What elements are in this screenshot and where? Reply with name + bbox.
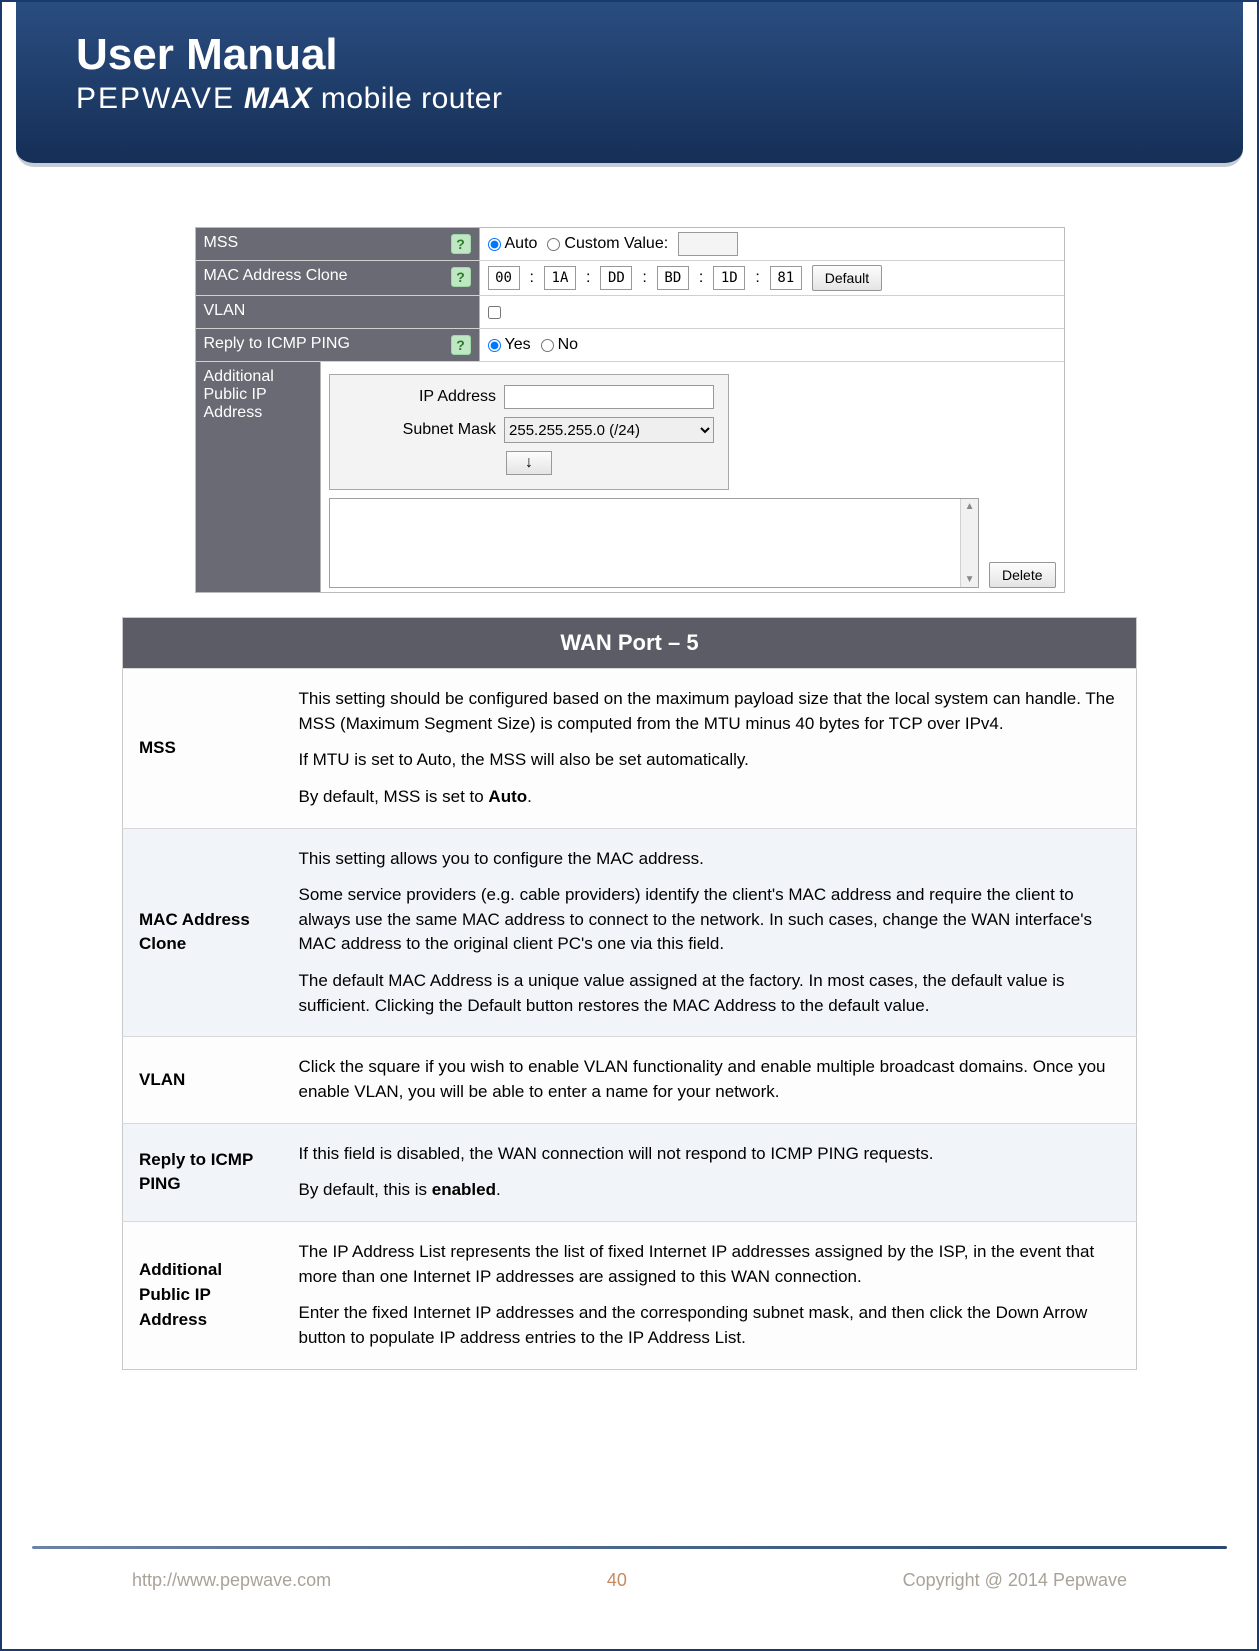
- subnet-mask-label: Subnet Mask: [376, 421, 496, 439]
- table-row: MSSThis setting should be configured bas…: [123, 669, 1137, 829]
- brand-model: MAX: [244, 82, 312, 115]
- row-icmp: Reply to ICMP PING ? Yes No: [196, 329, 1064, 362]
- table-row-desc: If this field is disabled, the WAN conne…: [283, 1123, 1137, 1221]
- icmp-no-option[interactable]: No: [541, 336, 578, 354]
- icmp-yes-label: Yes: [505, 336, 531, 354]
- label-mss-text: MSS: [204, 234, 239, 252]
- table-row-key: MAC Address Clone: [123, 828, 283, 1037]
- table-row-key: Reply to ICMP PING: [123, 1123, 283, 1221]
- label-mss: MSS ?: [196, 228, 480, 260]
- delete-ip-button[interactable]: Delete: [989, 562, 1055, 588]
- brand-suffix: mobile router: [321, 82, 503, 115]
- ip-address-listbox[interactable]: ▲▼: [329, 498, 979, 588]
- row-addl-ip: Additional Public IP Address IP Address …: [196, 362, 1064, 592]
- mss-custom-radio[interactable]: [547, 238, 560, 251]
- table-row: Additional Public IP AddressThe IP Addre…: [123, 1221, 1137, 1369]
- row-vlan: VLAN: [196, 296, 1064, 329]
- label-mac-clone: MAC Address Clone ?: [196, 261, 480, 295]
- label-icmp-text: Reply to ICMP PING: [204, 335, 350, 353]
- label-vlan-text: VLAN: [204, 302, 246, 320]
- help-icon[interactable]: ?: [451, 335, 471, 355]
- icmp-yes-radio[interactable]: [488, 339, 501, 352]
- mac-octet-0[interactable]: [488, 266, 520, 290]
- doc-header: User Manual PEPWAVE MAX mobile router: [16, 2, 1243, 167]
- table-row-desc: This setting allows you to configure the…: [283, 828, 1137, 1037]
- label-addl-ip: Additional Public IP Address: [196, 362, 322, 592]
- mac-octet-3[interactable]: [657, 266, 689, 290]
- icmp-yes-option[interactable]: Yes: [488, 336, 531, 354]
- icmp-no-radio[interactable]: [541, 339, 554, 352]
- listbox-scrollbar[interactable]: ▲▼: [960, 499, 978, 587]
- mac-default-button[interactable]: Default: [812, 265, 882, 291]
- help-icon[interactable]: ?: [451, 267, 471, 287]
- row-mac-clone: MAC Address Clone ? : : : : : Default: [196, 261, 1064, 296]
- label-mac-clone-text: MAC Address Clone: [204, 267, 348, 285]
- wan-port-description-table: WAN Port – 5 MSSThis setting should be c…: [122, 617, 1137, 1370]
- table-row-key: Additional Public IP Address: [123, 1221, 283, 1369]
- mss-auto-option[interactable]: Auto: [488, 235, 538, 253]
- mss-custom-input[interactable]: [678, 232, 738, 256]
- page-footer: http://www.pepwave.com 40 Copyright @ 20…: [2, 1570, 1257, 1591]
- mss-custom-label: Custom Value:: [564, 235, 668, 253]
- footer-copyright: Copyright @ 2014 Pepwave: [903, 1570, 1127, 1591]
- vlan-checkbox[interactable]: [488, 306, 501, 319]
- table-row-desc: The IP Address List represents the list …: [283, 1221, 1137, 1369]
- table-row: VLANClick the square if you wish to enab…: [123, 1037, 1137, 1123]
- table-row-desc: This setting should be configured based …: [283, 669, 1137, 829]
- table-title: WAN Port – 5: [123, 618, 1137, 669]
- footer-divider: [32, 1546, 1227, 1549]
- mss-auto-label: Auto: [505, 235, 538, 253]
- table-row-key: MSS: [123, 669, 283, 829]
- mac-octet-2[interactable]: [600, 266, 632, 290]
- table-row-key: VLAN: [123, 1037, 283, 1123]
- icmp-no-label: No: [558, 336, 578, 354]
- help-icon[interactable]: ?: [451, 234, 471, 254]
- label-icmp: Reply to ICMP PING ?: [196, 329, 480, 361]
- label-addl-ip-text: Additional Public IP Address: [204, 368, 313, 422]
- doc-subtitle: PEPWAVE MAX mobile router: [76, 82, 1183, 116]
- mac-octet-4[interactable]: [713, 266, 745, 290]
- addl-ip-subform: IP Address Subnet Mask 255.255.255.0 (/2…: [329, 374, 729, 490]
- mac-octet-5[interactable]: [770, 266, 802, 290]
- add-ip-arrow-button[interactable]: ↓: [506, 451, 552, 475]
- footer-page-number: 40: [607, 1570, 627, 1591]
- mss-custom-option[interactable]: Custom Value:: [547, 235, 668, 253]
- wan-settings-panel: MSS ? Auto Custom Value: MAC Address Clo…: [195, 227, 1065, 593]
- subnet-mask-select[interactable]: 255.255.255.0 (/24): [504, 417, 714, 443]
- table-row: Reply to ICMP PINGIf this field is disab…: [123, 1123, 1137, 1221]
- mss-auto-radio[interactable]: [488, 238, 501, 251]
- footer-url: http://www.pepwave.com: [132, 1570, 331, 1591]
- row-mss: MSS ? Auto Custom Value:: [196, 228, 1064, 261]
- ip-address-input[interactable]: [504, 385, 714, 409]
- mac-octet-1[interactable]: [544, 266, 576, 290]
- table-row: MAC Address CloneThis setting allows you…: [123, 828, 1137, 1037]
- doc-title: User Manual: [76, 30, 1183, 80]
- label-vlan: VLAN: [196, 296, 480, 328]
- ip-address-label: IP Address: [376, 388, 496, 406]
- brand-name: PEPWAVE: [76, 82, 235, 115]
- table-row-desc: Click the square if you wish to enable V…: [283, 1037, 1137, 1123]
